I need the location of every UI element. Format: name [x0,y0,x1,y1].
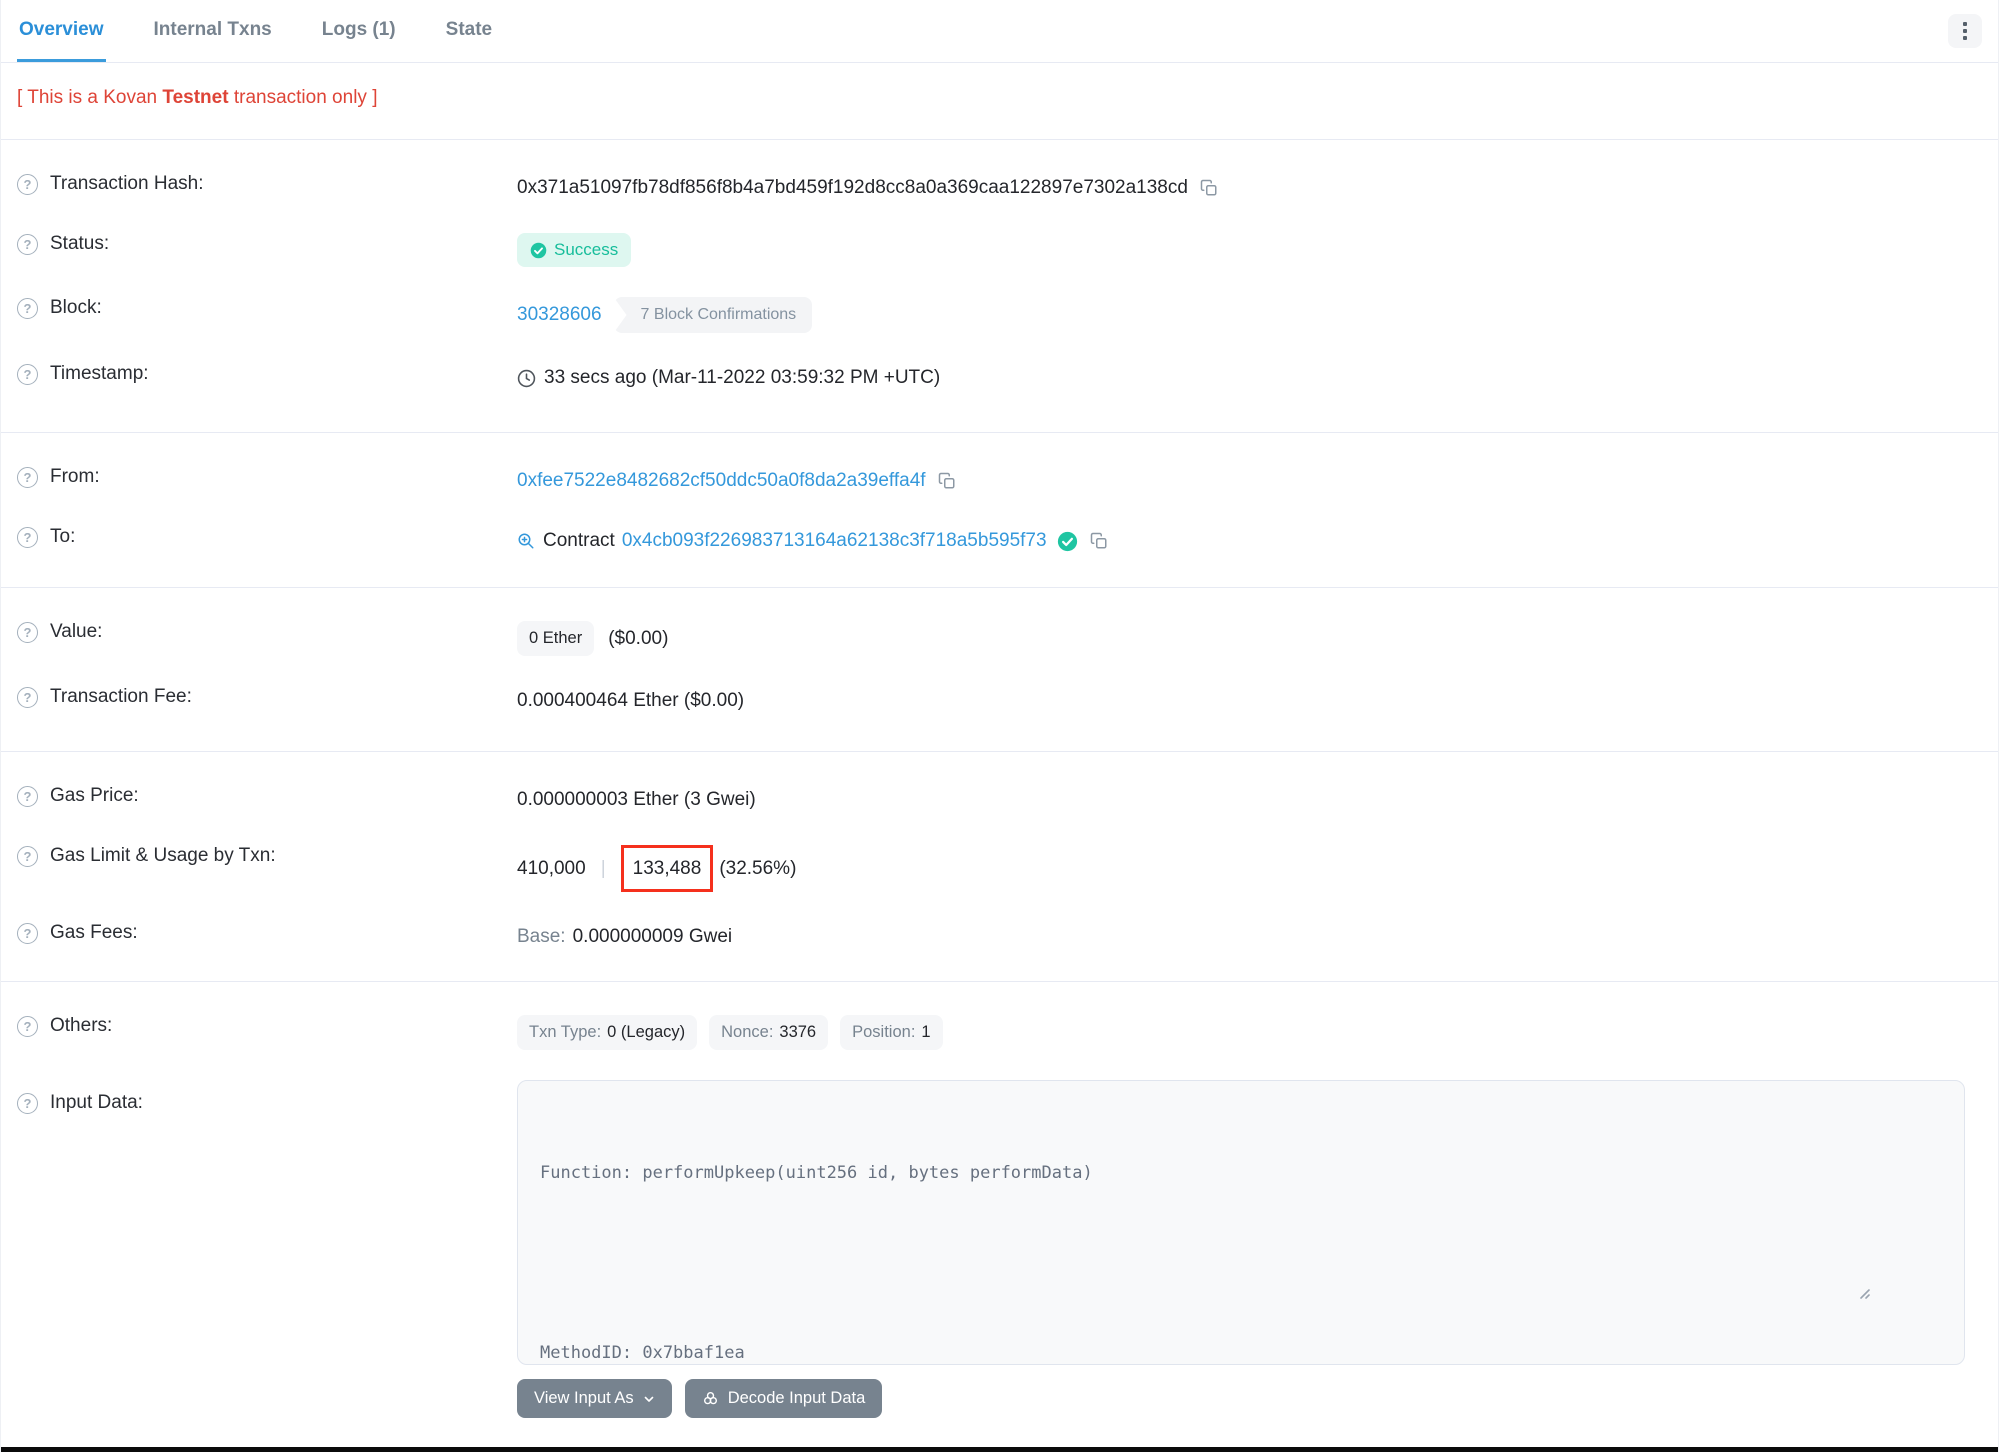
more-options-button[interactable] [1948,14,1982,48]
decode-icon [703,1391,717,1405]
gas-used-value: 133,488 [632,858,702,879]
field-label: Transaction Hash: [50,173,204,194]
resize-handle-icon[interactable] [1857,1226,1959,1360]
field-label: Gas Fees: [50,922,138,943]
attribute-badge: Nonce: 3376 [709,1015,829,1050]
chevron-down-icon [644,1396,653,1402]
input-function-line: Function: performUpkeep(uint256 id, byte… [540,1163,1093,1183]
help-icon[interactable]: ? [17,1015,38,1037]
overview-section-5: ? Others: Txn Type: 0 (Legacy) Nonce: 3376 P… [1,982,1998,1433]
help-icon[interactable]: ? [17,363,38,385]
transaction-details-page: { "tabs": { "items": [ {"label": "Overvi… [0,0,1999,1452]
tab[interactable]: Overview [17,0,106,62]
bottom-edge-bar [1,1447,1998,1452]
input-blank-line [540,1248,1942,1278]
copy-icon[interactable] [938,472,956,490]
field-label: Timestamp: [50,363,149,384]
check-circle-icon [530,242,547,258]
field-label: Value: [50,621,103,642]
status-badge: Success [517,233,632,267]
overview-section-4: ? Gas Price: 0.000000003 Ether (3 Gwei) … [1,752,1998,967]
block-confirmations-badge: 7 Block Confirmations [613,297,813,333]
value-amount-badge: 0 Ether [517,621,595,656]
help-icon[interactable]: ? [17,785,38,807]
overview-section-1: ? Transaction Hash: 0x371a51097fb78df856… [1,140,1998,408]
to-address-link[interactable]: 0x4cb093f226983713164a62138c3f718a5b595f… [622,530,1047,552]
field-label: Block: [50,297,102,318]
help-icon[interactable]: ? [17,621,38,643]
value-usd: ($0.00) [608,627,669,649]
others-badges: Txn Type: 0 (Legacy) Nonce: 3376 Position: 1 [517,1015,1982,1050]
row-from: ? From: 0xfee7522e8482682cf50ddc50a0f8da… [1,451,1998,511]
kebab-icon [1963,22,1967,26]
transaction-hash-value: 0x371a51097fb78df856f8b4a7bd459f192d8cc8… [517,177,1188,198]
field-label: Input Data: [50,1092,143,1113]
gas-price-value: 0.000000003 Ether (3 Gwei) [517,789,756,810]
field-label: From: [50,466,100,487]
view-input-as-button[interactable]: View Input As [517,1379,672,1418]
tab[interactable]: Logs (1) [320,0,398,62]
field-label: Others: [50,1015,113,1036]
tabs: Overview Internal Txns Logs (1) State [17,0,540,62]
input-data-actions: View Input As Decode Input Data [517,1379,1982,1418]
help-icon[interactable]: ? [17,526,38,548]
input-data-textarea[interactable]: Function: performUpkeep(uint256 id, byte… [517,1080,1965,1365]
row-timestamp: ? Timestamp: 33 secs ago (Mar-11-2022 03… [1,348,1998,408]
row-others: ? Others: Txn Type: 0 (Legacy) Nonce: 3376 P… [1,1000,1998,1065]
gas-fees-base-value: 0.000000009 Gwei [572,926,733,947]
copy-icon[interactable] [1200,179,1218,197]
field-label: Transaction Fee: [50,686,192,707]
tab[interactable]: State [444,0,494,62]
attribute-badge: Txn Type: 0 (Legacy) [517,1015,698,1050]
row-input-data: ? Input Data: Function: performUpkeep(ui… [1,1065,1998,1433]
field-label: Gas Limit & Usage by Txn: [50,845,276,866]
clock-icon [517,369,536,387]
tab-bar: Overview Internal Txns Logs (1) State [1,0,1998,63]
attribute-badge: Position: 1 [840,1015,943,1050]
help-icon[interactable]: ? [17,466,38,488]
field-label: Status: [50,233,110,254]
gas-used-percent: (32.56%) [719,857,797,879]
field-label: Gas Price: [50,785,139,806]
row-gas-limit-usage: ? Gas Limit & Usage by Txn: 410,000 | 13… [1,830,1998,907]
magnifier-plus-icon[interactable] [517,532,535,550]
overview-section-2: ? From: 0xfee7522e8482682cf50ddc50a0f8da… [1,433,1998,571]
transaction-fee-value: 0.000400464 Ether ($0.00) [517,690,745,711]
help-icon[interactable]: ? [17,845,38,867]
row-status: ? Status: Success [1,218,1998,282]
testnet-notice: [ This is a Kovan Testnet transaction on… [17,87,378,108]
gas-fees-base-label: Base: [517,926,566,947]
row-gas-fees: ? Gas Fees: Base: 0.000000009 Gwei [1,907,1998,967]
help-icon[interactable]: ? [17,922,38,944]
row-transaction-fee: ? Transaction Fee: 0.000400464 Ether ($0… [1,671,1998,731]
gas-used-highlight-box: 133,488 [620,845,714,892]
from-address-link[interactable]: 0xfee7522e8482682cf50ddc50a0f8da2a39effa… [517,470,926,492]
decode-input-data-button[interactable]: Decode Input Data [684,1379,883,1418]
row-block: ? Block: 30328606 7 Block Confirmations [1,282,1998,348]
row-to: ? To: Contract 0x4cb093f226983713164a621… [1,511,1998,571]
row-gas-price: ? Gas Price: 0.000000003 Ether (3 Gwei) [1,770,1998,830]
help-icon[interactable]: ? [17,173,38,195]
tab[interactable]: Internal Txns [152,0,274,62]
input-methodid-line: MethodID: 0x7bbaf1ea [540,1343,745,1363]
row-value: ? Value: 0 Ether ($0.00) [1,606,1998,671]
gas-limit-value: 410,000 [517,857,586,879]
copy-icon[interactable] [1090,532,1108,550]
help-icon[interactable]: ? [17,686,38,708]
field-label: To: [50,526,76,547]
overview-section-3: ? Value: 0 Ether ($0.00) ? Transaction F… [1,588,1998,731]
help-icon[interactable]: ? [17,297,38,319]
help-icon[interactable]: ? [17,233,38,255]
block-number-link[interactable]: 30328606 [517,304,602,326]
help-icon[interactable]: ? [17,1092,38,1114]
timestamp-value: 33 secs ago (Mar-11-2022 03:59:32 PM +UT… [544,367,941,388]
row-transaction-hash: ? Transaction Hash: 0x371a51097fb78df856… [1,158,1998,218]
to-type-label: Contract [543,530,615,551]
value-separator: | [600,857,606,879]
verified-check-icon [1057,531,1078,552]
